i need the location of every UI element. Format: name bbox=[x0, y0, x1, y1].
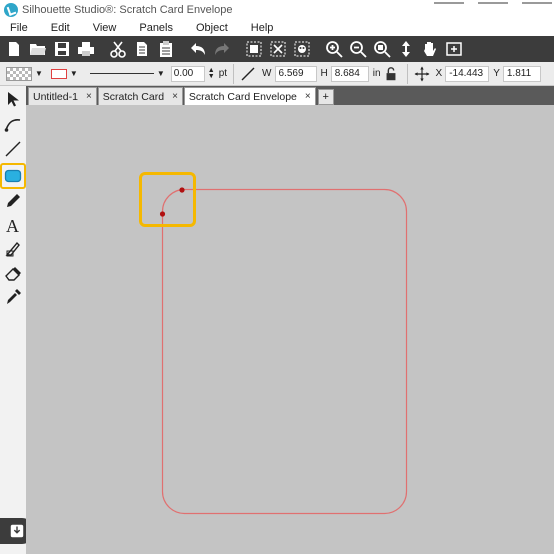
lock-icon[interactable] bbox=[381, 64, 401, 84]
silhouette-logo-icon bbox=[4, 3, 18, 17]
pencil-icon[interactable] bbox=[2, 190, 24, 212]
title-bar: Silhouette Studio®: Scratch Card Envelop… bbox=[0, 0, 554, 20]
chevron-down-icon[interactable]: ▼ bbox=[35, 69, 43, 78]
menu-object[interactable]: Object bbox=[196, 22, 228, 34]
menu-bar: File Edit View Panels Object Help bbox=[0, 20, 554, 36]
group-icon[interactable] bbox=[242, 38, 266, 60]
line-color-swatch[interactable] bbox=[50, 68, 67, 79]
window-title: Silhouette Studio®: Scratch Card Envelop… bbox=[22, 4, 233, 16]
line-icon[interactable] bbox=[2, 138, 24, 160]
point-edit-icon[interactable] bbox=[2, 114, 24, 136]
page-fit-icon[interactable] bbox=[442, 38, 466, 60]
design-canvas[interactable] bbox=[26, 105, 554, 554]
menu-help[interactable]: Help bbox=[251, 22, 274, 34]
tab-scratch-card-envelope[interactable]: Scratch Card Envelope × bbox=[183, 87, 316, 105]
position-move-icon bbox=[412, 64, 432, 84]
x-position-field[interactable]: -14.443 bbox=[445, 65, 490, 82]
close-icon[interactable]: × bbox=[305, 91, 311, 102]
move-icon[interactable] bbox=[394, 38, 418, 60]
pan-icon[interactable] bbox=[418, 38, 442, 60]
menu-view[interactable]: View bbox=[93, 22, 117, 34]
undo-icon[interactable] bbox=[186, 38, 210, 60]
tab-label: Scratch Card Envelope bbox=[188, 90, 297, 103]
close-icon[interactable]: × bbox=[172, 91, 178, 102]
x-label: X bbox=[435, 68, 443, 79]
line-weight-stepper[interactable]: ▲ ▼ bbox=[208, 67, 215, 80]
copy-icon[interactable] bbox=[130, 38, 154, 60]
tab-untitled-1[interactable]: Untitled-1 × bbox=[28, 87, 97, 105]
window-controls bbox=[434, 0, 554, 6]
width-label: W bbox=[262, 68, 272, 79]
size-unit: in bbox=[372, 68, 381, 79]
ungroup-icon[interactable] bbox=[266, 38, 290, 60]
eraser-icon[interactable] bbox=[2, 262, 24, 284]
tab-label: Scratch Card bbox=[102, 90, 165, 103]
canvas-drawing bbox=[159, 187, 408, 515]
print-icon[interactable] bbox=[74, 38, 98, 60]
knife-icon[interactable] bbox=[2, 238, 24, 260]
line-weight-input[interactable]: 0.00 bbox=[170, 65, 205, 82]
rounded-rectangle-shape[interactable] bbox=[161, 188, 408, 515]
svg-text:A: A bbox=[6, 216, 19, 234]
fill-color-swatch[interactable] bbox=[6, 66, 32, 81]
new-icon[interactable] bbox=[2, 38, 26, 60]
open-icon[interactable] bbox=[26, 38, 50, 60]
height-label: H bbox=[320, 68, 328, 79]
line-tool-icon bbox=[238, 64, 258, 84]
height-field[interactable]: 8.684 bbox=[330, 65, 369, 82]
zoom-in-icon[interactable] bbox=[322, 38, 346, 60]
width-field[interactable]: 6.569 bbox=[274, 65, 317, 82]
text-icon[interactable]: A bbox=[2, 214, 24, 236]
chevron-down-icon[interactable]: ▼ bbox=[70, 69, 78, 78]
line-weight-unit: pt bbox=[218, 68, 228, 79]
cut-icon[interactable] bbox=[106, 38, 130, 60]
tab-label: Untitled-1 bbox=[33, 90, 78, 103]
corner-highlight bbox=[139, 172, 196, 227]
select-icon[interactable] bbox=[2, 88, 24, 110]
download-icon bbox=[10, 524, 24, 538]
eyedropper-icon[interactable] bbox=[2, 286, 24, 308]
menu-panels[interactable]: Panels bbox=[139, 22, 173, 34]
line-style-selector[interactable] bbox=[89, 73, 154, 74]
menu-edit[interactable]: Edit bbox=[51, 22, 70, 34]
y-position-field[interactable]: 1.811 bbox=[502, 65, 541, 82]
redo-icon[interactable] bbox=[210, 38, 234, 60]
tool-panel: A bbox=[0, 86, 34, 554]
document-tabs: Untitled-1 × Scratch Card × Scratch Card… bbox=[26, 86, 554, 105]
zoom-fit-icon[interactable] bbox=[370, 38, 394, 60]
tab-scratch-card[interactable]: Scratch Card × bbox=[97, 87, 183, 105]
properties-bar: ▼ ▼ ▼ 0.00 ▲ ▼ pt W 6.569 H 8.684 in X -1… bbox=[0, 62, 554, 86]
save-icon[interactable] bbox=[50, 38, 74, 60]
maximize-button[interactable] bbox=[478, 0, 508, 4]
menu-file[interactable]: File bbox=[10, 22, 28, 34]
chevron-down-icon[interactable]: ▼ bbox=[157, 69, 165, 78]
close-icon[interactable]: × bbox=[86, 91, 92, 102]
zoom-out-icon[interactable] bbox=[346, 38, 370, 60]
close-window-button[interactable] bbox=[522, 0, 552, 4]
paste-icon[interactable] bbox=[154, 38, 178, 60]
main-toolbar bbox=[0, 36, 554, 62]
y-label: Y bbox=[493, 68, 500, 79]
rounded-rectangle-icon[interactable] bbox=[0, 163, 26, 189]
minimize-button[interactable] bbox=[434, 0, 464, 4]
new-tab-button[interactable]: + bbox=[317, 89, 334, 105]
fill-icon[interactable] bbox=[290, 38, 314, 60]
